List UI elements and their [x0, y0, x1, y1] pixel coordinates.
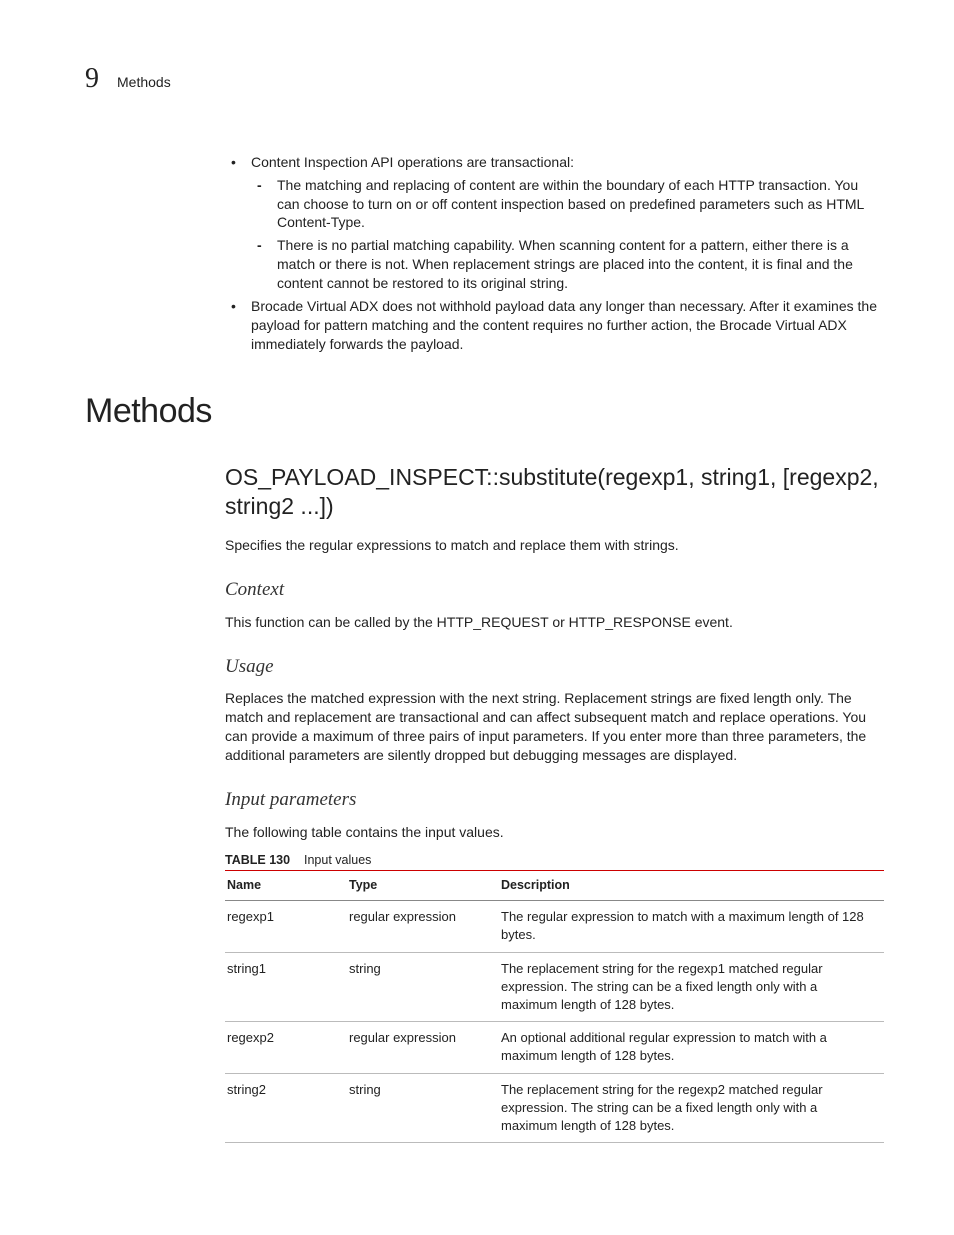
intro-bullet-list: Content Inspection API operations are tr…: [225, 153, 884, 354]
method-title: OS_PAYLOAD_INSPECT::substitute(regexp1, …: [225, 463, 884, 523]
cell-description: The replacement string for the regexp1 m…: [499, 952, 884, 1022]
cell-name: string2: [225, 1073, 347, 1143]
table-title: Input values: [304, 853, 371, 867]
list-item: There is no partial matching capability.…: [251, 236, 884, 293]
table-row: string1 string The replacement string fo…: [225, 952, 884, 1022]
table-row: string2 string The replacement string fo…: [225, 1073, 884, 1143]
chapter-label: Methods: [117, 73, 171, 92]
cell-type: string: [347, 952, 499, 1022]
col-header-name: Name: [225, 871, 347, 901]
input-parameters-text: The following table contains the input v…: [225, 823, 884, 842]
subheading-input-parameters: Input parameters: [225, 787, 884, 813]
method-description: Specifies the regular expressions to mat…: [225, 536, 884, 555]
sub-bullet-list: The matching and replacing of content ar…: [251, 176, 884, 293]
table-row: regexp1 regular expression The regular e…: [225, 901, 884, 952]
cell-type: string: [347, 1073, 499, 1143]
col-header-type: Type: [347, 871, 499, 901]
table-row: regexp2 regular expression An optional a…: [225, 1022, 884, 1073]
cell-name: string1: [225, 952, 347, 1022]
list-item-text: There is no partial matching capability.…: [277, 237, 853, 291]
list-item-text: Content Inspection API operations are tr…: [251, 154, 574, 170]
cell-type: regular expression: [347, 1022, 499, 1073]
table-caption: TABLE 130 Input values: [225, 852, 884, 869]
cell-type: regular expression: [347, 901, 499, 952]
cell-description: An optional additional regular expressio…: [499, 1022, 884, 1073]
cell-name: regexp1: [225, 901, 347, 952]
input-values-table: Name Type Description regexp1 regular ex…: [225, 870, 884, 1143]
chapter-number: 9: [85, 60, 99, 98]
section-heading-methods: Methods: [85, 389, 884, 435]
list-item: Brocade Virtual ADX does not withhold pa…: [225, 297, 884, 354]
cell-name: regexp2: [225, 1022, 347, 1073]
list-item: Content Inspection API operations are tr…: [225, 153, 884, 293]
list-item: The matching and replacing of content ar…: [251, 176, 884, 233]
usage-text: Replaces the matched expression with the…: [225, 689, 884, 765]
col-header-description: Description: [499, 871, 884, 901]
subheading-usage: Usage: [225, 654, 884, 680]
page-header: 9 Methods: [85, 60, 884, 98]
cell-description: The replacement string for the regexp2 m…: [499, 1073, 884, 1143]
table-header-row: Name Type Description: [225, 871, 884, 901]
list-item-text: Brocade Virtual ADX does not withhold pa…: [251, 298, 877, 352]
cell-description: The regular expression to match with a m…: [499, 901, 884, 952]
context-text: This function can be called by the HTTP_…: [225, 613, 884, 632]
table-number: TABLE 130: [225, 853, 290, 867]
list-item-text: The matching and replacing of content ar…: [277, 177, 864, 231]
page-content: Content Inspection API operations are tr…: [225, 153, 884, 1143]
subheading-context: Context: [225, 577, 884, 603]
